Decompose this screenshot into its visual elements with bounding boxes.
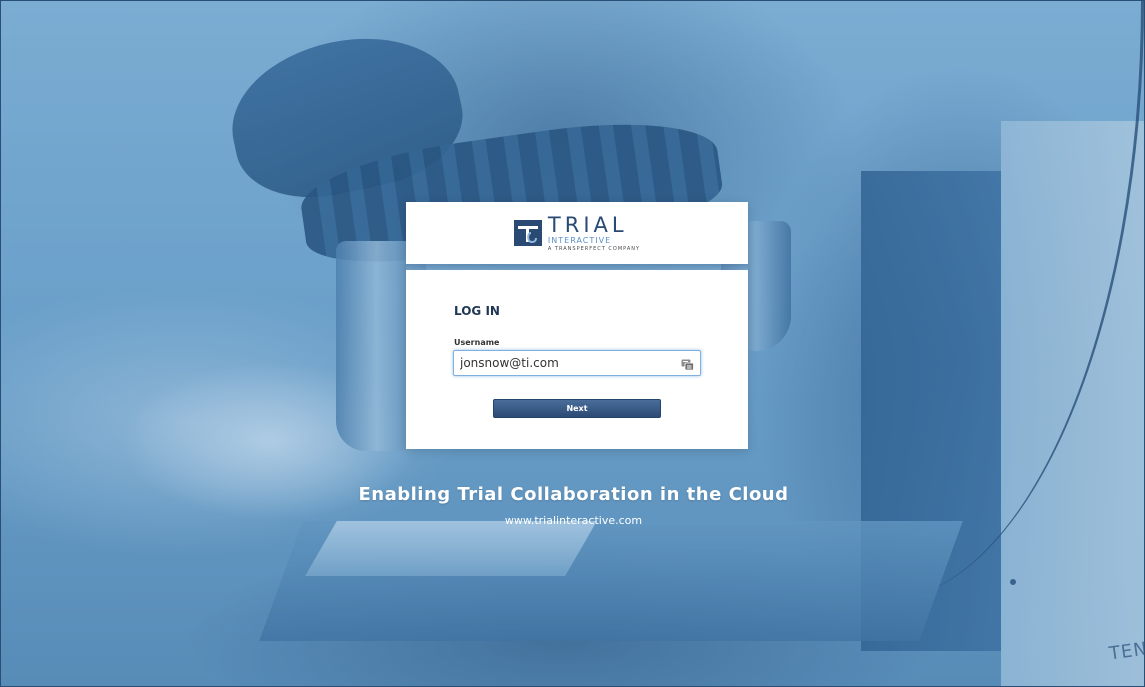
username-input[interactable] [454,351,686,375]
headline: Enabling Trial Collaboration in the Clou… [358,484,789,505]
password-autofill-icon[interactable] [681,356,694,371]
brand-sub: INTERACTIVE [547,235,612,245]
username-label: Username [454,338,500,347]
brand-tagline: A TRANSPERFECT COMPANY [547,245,641,252]
next-button[interactable]: Next [493,399,661,418]
brand-name: TRIAL [547,212,628,237]
website-link[interactable]: www.trialinteractive.com [1,514,1144,527]
trial-interactive-logo-icon [513,220,542,246]
login-form: LOG IN Username [406,270,748,449]
brand-wordmark: TRIAL INTERACTIVE A TRANSPERFECT COMPANY [547,212,641,252]
login-page: TEN TRIAL INTERACTIVE A TRANSPERFECT COM… [0,0,1145,687]
login-title: LOG IN [454,304,500,318]
username-field [453,350,701,376]
logo-header: TRIAL INTERACTIVE A TRANSPERFECT COMPANY [406,202,748,264]
login-card: TRIAL INTERACTIVE A TRANSPERFECT COMPANY… [406,202,748,449]
brand-logo: TRIAL INTERACTIVE A TRANSPERFECT COMPANY [513,212,641,252]
